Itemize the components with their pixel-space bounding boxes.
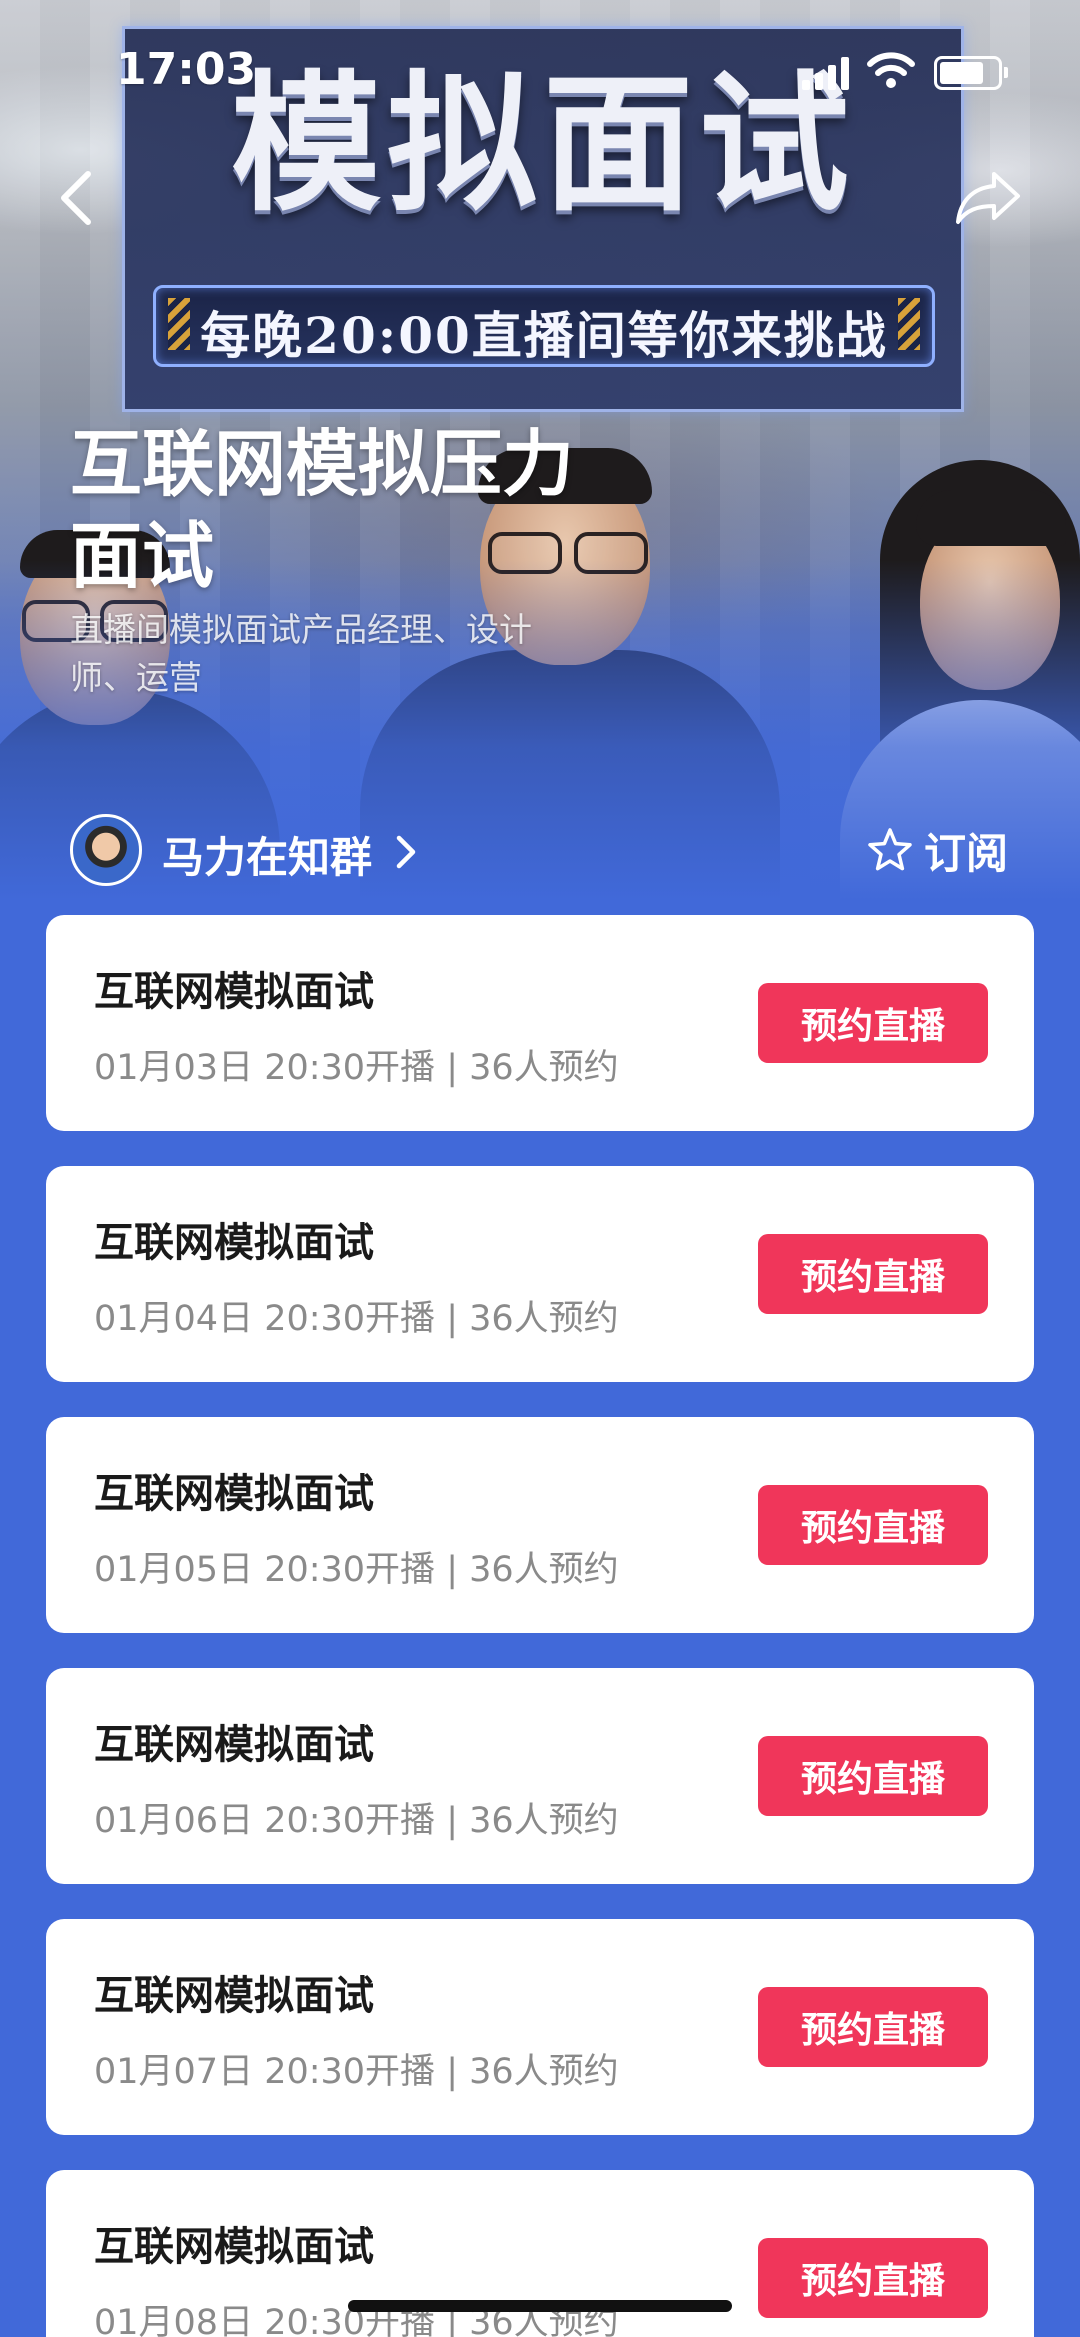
list-item[interactable]: 互联网模拟面试 01月05日 20:30开播 | 36人预约 预约直播: [46, 1417, 1034, 1633]
list-item[interactable]: 互联网模拟面试 01月04日 20:30开播 | 36人预约 预约直播: [46, 1166, 1034, 1382]
home-indicator[interactable]: [348, 2300, 732, 2312]
reserve-live-button[interactable]: 预约直播: [758, 1987, 988, 2067]
session-meta: 01月07日 20:30开播 | 36人预约: [94, 2052, 619, 2092]
share-icon[interactable]: [954, 168, 1024, 228]
author-name[interactable]: 马力在知群: [162, 824, 372, 885]
session-title: 互联网模拟面试: [94, 1722, 374, 1768]
banner-subtitle-box: 每晚20:00直播间等你来挑战: [153, 285, 935, 367]
avatar[interactable]: [70, 814, 142, 886]
list-item[interactable]: 互联网模拟面试 01月07日 20:30开播 | 36人预约 预约直播: [46, 1919, 1034, 2135]
page-title: 互联网模拟压力面试: [70, 422, 575, 598]
session-meta: 01月06日 20:30开播 | 36人预约: [94, 1801, 619, 1841]
battery-icon: [934, 56, 1008, 90]
status-time: 17:03: [116, 44, 257, 95]
battery-level: [940, 62, 983, 84]
session-title: 互联网模拟面试: [94, 1220, 374, 1266]
reserve-live-button[interactable]: 预约直播: [758, 1485, 988, 1565]
subscribe-button[interactable]: 订阅: [866, 822, 1008, 878]
reserve-live-button[interactable]: 预约直播: [758, 1234, 988, 1314]
wifi-icon: [867, 52, 915, 88]
page-description: 直播间模拟面试产品经理、设计师、运营: [70, 610, 532, 697]
session-title: 互联网模拟面试: [94, 1973, 374, 2019]
session-meta: 01月04日 20:30开播 | 36人预约: [94, 1299, 619, 1339]
session-title: 互联网模拟面试: [94, 2224, 374, 2270]
star-icon: [868, 828, 912, 871]
chevron-right-icon[interactable]: [394, 832, 418, 872]
reserve-live-button[interactable]: 预约直播: [758, 983, 988, 1063]
chevron-left-icon[interactable]: [56, 168, 96, 228]
reserve-live-button[interactable]: 预约直播: [758, 1736, 988, 1816]
session-meta: 01月03日 20:30开播 | 36人预约: [94, 1048, 619, 1088]
signal-icon: [802, 56, 850, 90]
subscribe-label: 订阅: [923, 828, 1008, 878]
page: 模拟面试 每晚20:00直播间等你来挑战 17:03 互联网模拟压力面试 直播间…: [0, 0, 1080, 2337]
list-item[interactable]: 互联网模拟面试 01月06日 20:30开播 | 36人预约 预约直播: [46, 1668, 1034, 1884]
session-title: 互联网模拟面试: [94, 1471, 374, 1517]
session-meta: 01月05日 20:30开播 | 36人预约: [94, 1550, 619, 1590]
reserve-live-button[interactable]: 预约直播: [758, 2238, 988, 2318]
session-title: 互联网模拟面试: [94, 969, 374, 1015]
list-item[interactable]: 互联网模拟面试 01月03日 20:30开播 | 36人预约 预约直播: [46, 915, 1034, 1131]
banner-subtitle: 每晚20:00直播间等你来挑战: [200, 306, 888, 365]
status-icons: [802, 50, 1008, 90]
